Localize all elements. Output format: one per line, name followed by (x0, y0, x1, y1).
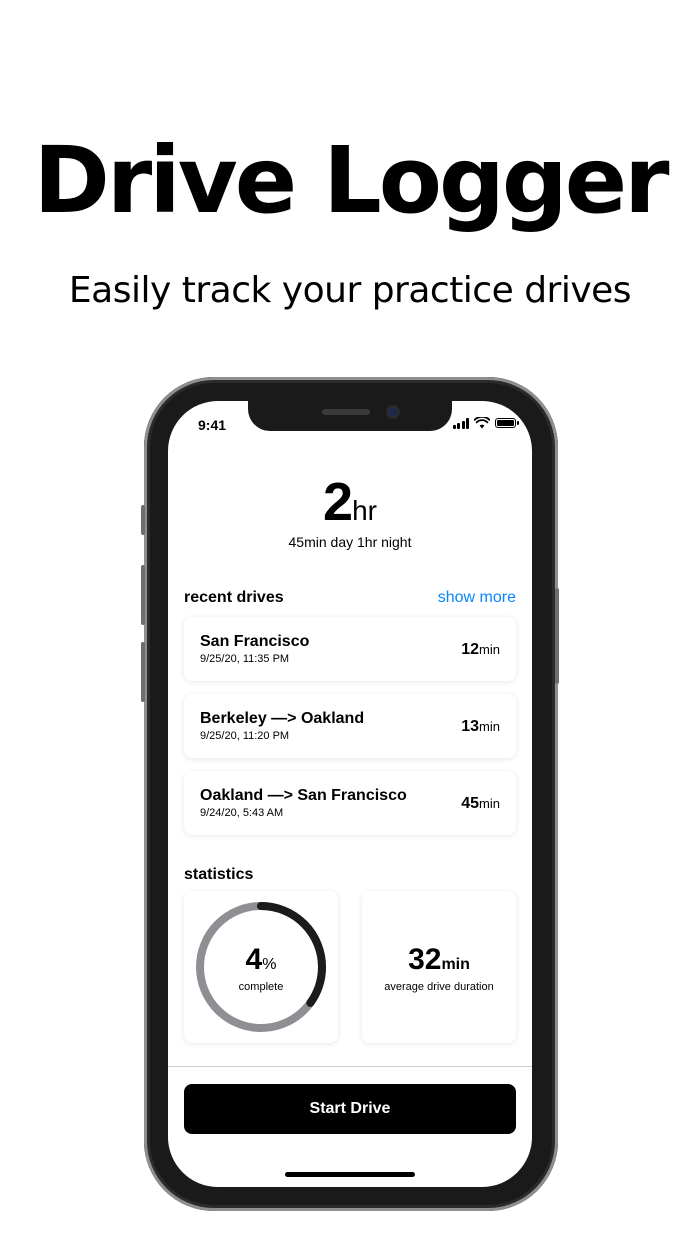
wifi-icon (474, 417, 490, 429)
drive-date: 9/25/20, 11:35 PM (200, 653, 290, 665)
day-night-breakdown: 45min day 1hr night (288, 534, 412, 550)
power-button (555, 588, 559, 684)
status-icons (452, 417, 519, 429)
total-drive-time: 2hr (168, 471, 532, 533)
statistics-title: statistics (184, 866, 254, 883)
drive-duration: 12min (461, 641, 500, 658)
average-duration-label: average drive duration (384, 981, 494, 993)
volume-down-button (141, 642, 145, 702)
promo-subheadline: Easily track your practice drives (68, 270, 632, 311)
progress-card: 4% complete (184, 891, 338, 1043)
notch (248, 401, 452, 431)
drive-duration: 13min (461, 718, 500, 735)
progress-value: 4% (245, 943, 277, 976)
drive-route: Berkeley —> Oakland (200, 710, 365, 727)
volume-up-button (141, 565, 145, 625)
average-duration-value: 32min (408, 943, 470, 976)
cellular-signal-icon (452, 417, 469, 429)
show-more-link[interactable]: show more (438, 589, 516, 607)
total-hours-value: 2 (323, 472, 353, 532)
drive-card[interactable]: Oakland —> San Francisco 9/24/20, 5:43 A… (184, 771, 516, 835)
average-duration-card: 32min average drive duration (362, 891, 516, 1043)
phone-screen: 9:41 2hr 45min day 1hr night recent driv… (168, 401, 532, 1187)
start-drive-button[interactable]: Start Drive (184, 1084, 516, 1134)
drive-duration: 45min (461, 795, 500, 812)
drive-route: Oakland —> San Francisco (200, 787, 407, 804)
total-hours-unit: hr (352, 495, 377, 526)
drive-route: San Francisco (200, 633, 310, 650)
home-indicator[interactable] (285, 1172, 415, 1177)
bottom-divider (168, 1066, 532, 1067)
front-camera (388, 407, 398, 417)
drive-date: 9/24/20, 5:43 AM (200, 807, 284, 819)
silent-switch (141, 505, 145, 535)
drive-card[interactable]: San Francisco 9/25/20, 11:35 PM 12min (184, 617, 516, 681)
status-time: 9:41 (198, 417, 227, 433)
battery-icon (495, 418, 519, 428)
promo-headline: Drive Logger (33, 127, 670, 234)
speaker-grille (322, 409, 370, 415)
recent-drives-title: recent drives (184, 589, 284, 606)
drive-card[interactable]: Berkeley —> Oakland 9/25/20, 11:20 PM 13… (184, 694, 516, 758)
drive-date: 9/25/20, 11:20 PM (200, 730, 290, 742)
progress-label: complete (238, 981, 284, 993)
